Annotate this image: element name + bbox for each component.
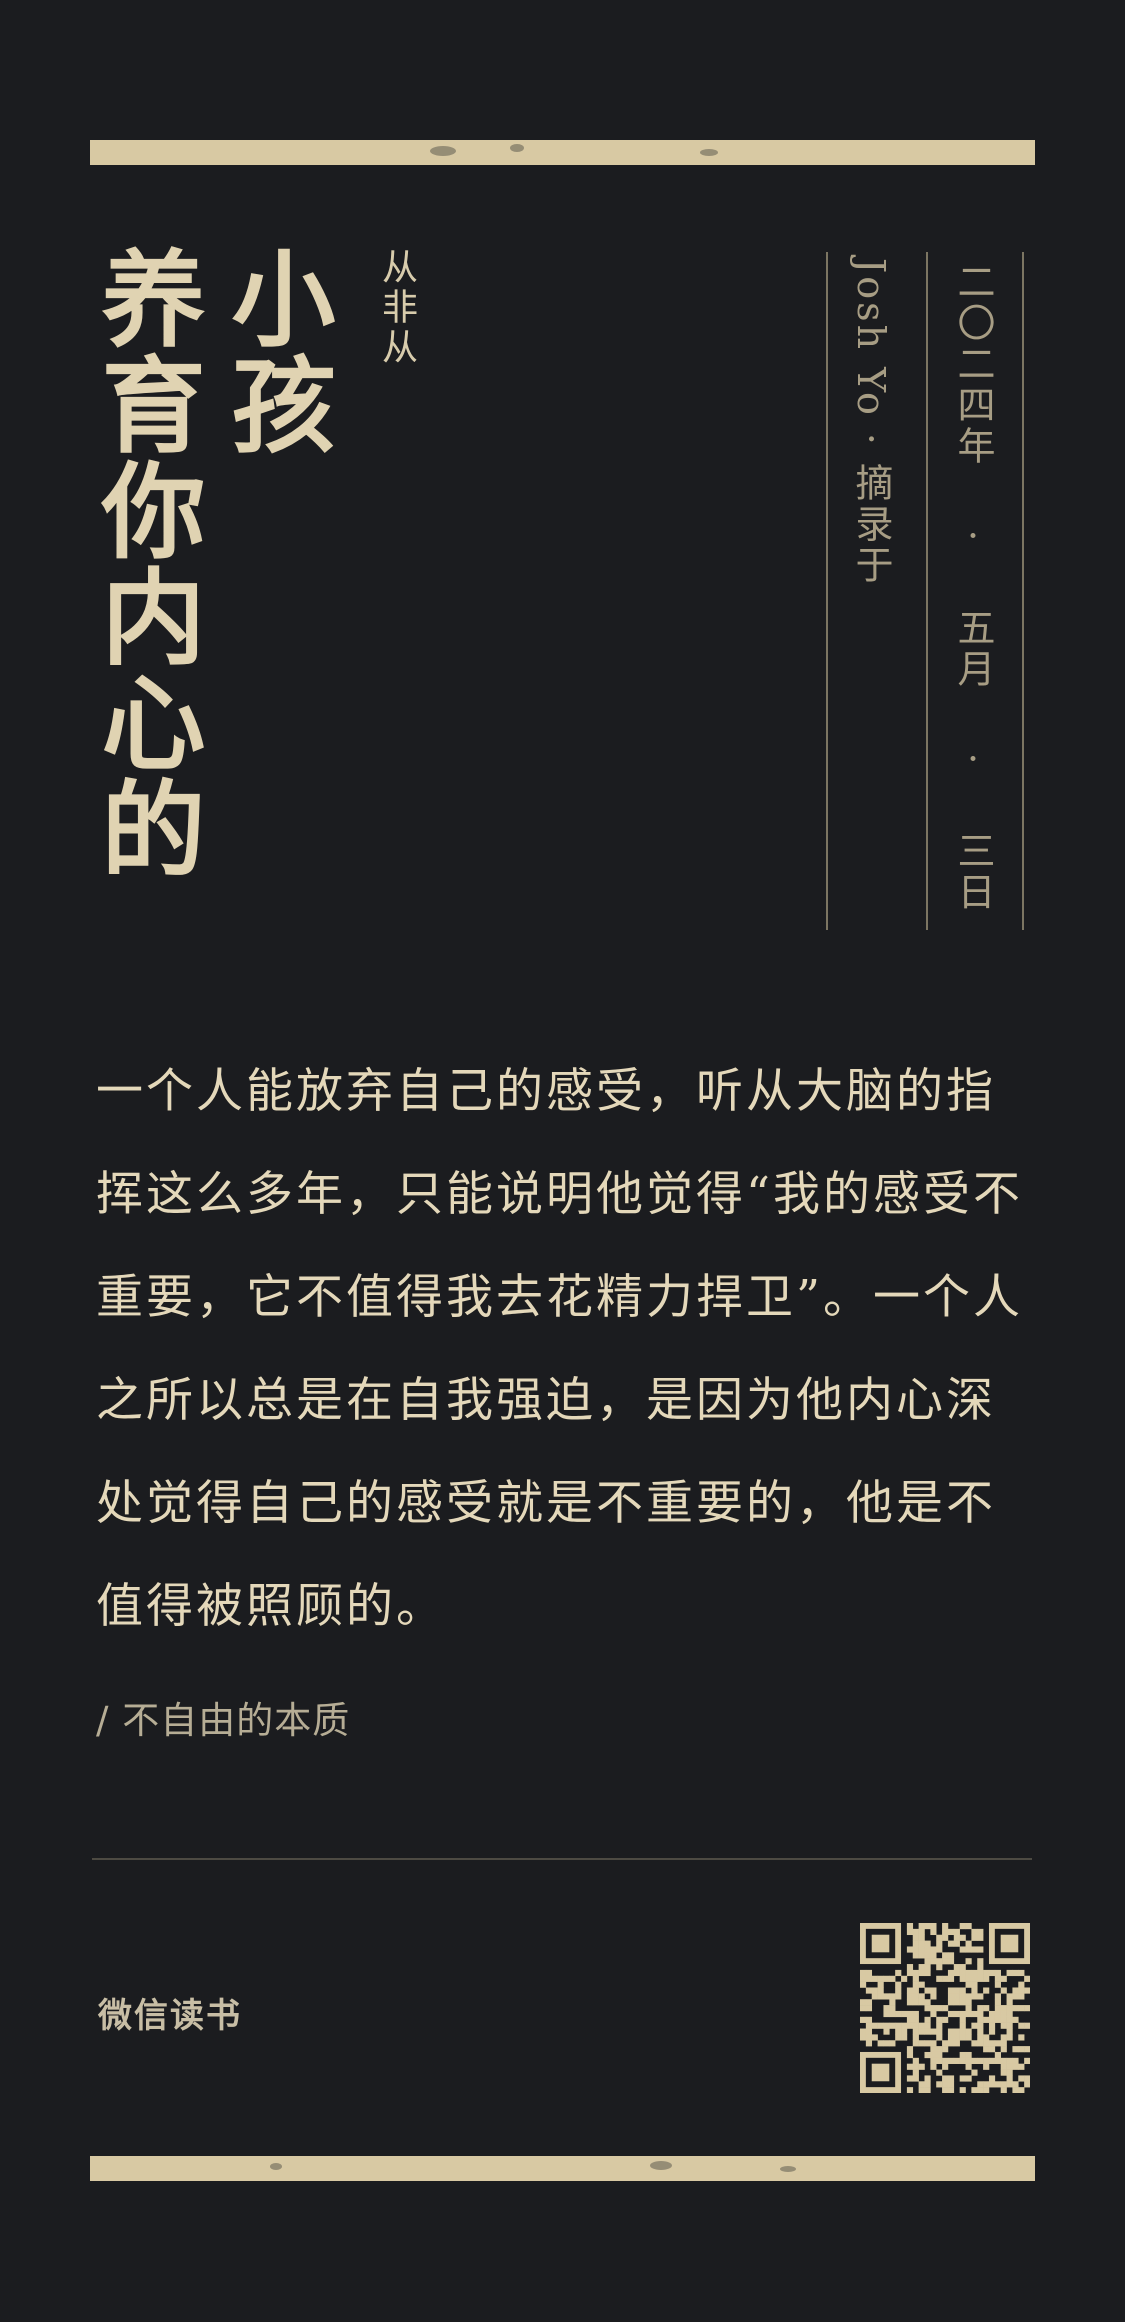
bottom-decorative-bar [90,2156,1035,2181]
divider-line-left [826,252,828,930]
excerpt-date: 二〇二四年 · 五月 · 三日 [951,262,995,913]
excerpt-signature: Josh Yo · 摘录于 [849,258,893,587]
book-title-line-1: 养育你内心的 [83,245,206,881]
top-decorative-bar [90,140,1035,165]
divider-line-middle [926,252,928,930]
divider-line-right [1022,252,1024,930]
footer-divider [92,1858,1032,1860]
brand-name: 微信读书 [98,1996,242,2036]
qr-code-icon [860,1923,1030,2093]
book-title-line-2: 小孩 [213,245,336,457]
book-author: 从非从 [376,248,417,368]
chapter-source: / 不自由的本质 [96,1699,351,1742]
quote-text: 一个人能放弃自己的感受，听从大脑的指挥这么多年，只能说明他觉得“我的感受不重要，… [96,1064,1024,1634]
